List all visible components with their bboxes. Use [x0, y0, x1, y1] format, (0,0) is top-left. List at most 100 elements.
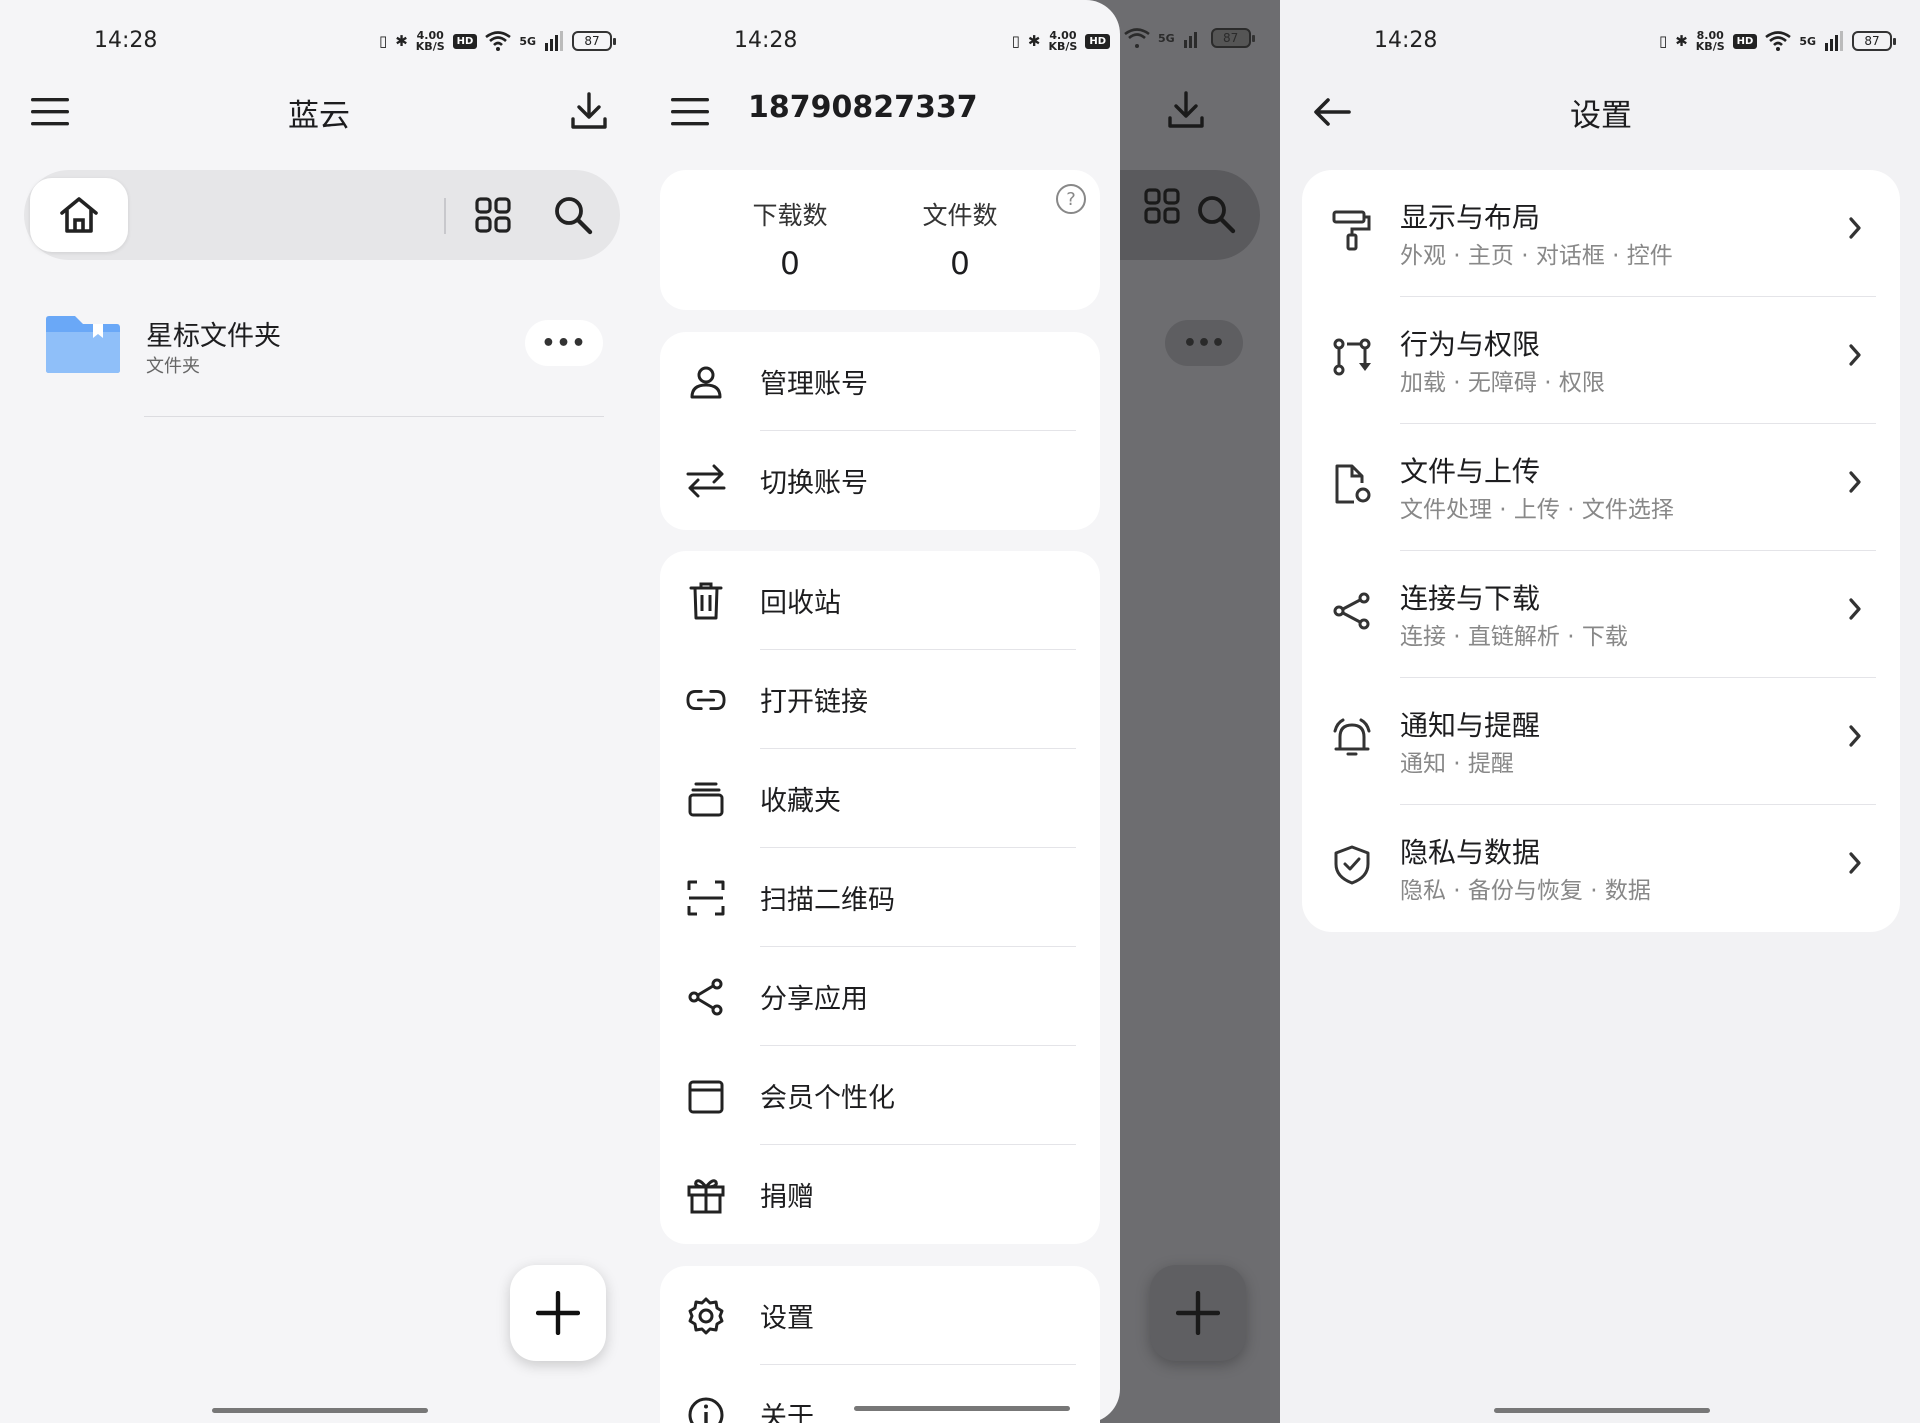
menu-label: 回收站 — [760, 588, 841, 619]
stat-value: 0 — [950, 246, 970, 282]
settings-item-title: 连接与下载 — [1400, 582, 1541, 615]
divider — [444, 198, 446, 234]
main-menu-card: 回收站 打开链接 收藏夹 扫描二维码 分享应用 会员个性化 捐赠 — [660, 551, 1100, 1244]
hd-badge: HD — [1085, 33, 1110, 49]
account-menu-card: 管理账号 切换账号 — [660, 332, 1100, 530]
search-icon[interactable] — [552, 194, 594, 236]
add-fab-button[interactable] — [510, 1265, 606, 1361]
settings-item-behavior[interactable]: 行为与权限 加载 · 无障碍 · 权限 — [1302, 297, 1900, 424]
help-icon[interactable]: ? — [1056, 184, 1086, 214]
shield-check-icon — [1330, 843, 1374, 887]
wifi-icon — [1765, 31, 1792, 51]
more-button: ••• — [1165, 320, 1243, 366]
bell-ring-icon — [1330, 716, 1374, 760]
settings-item-subtitle: 通知 · 提醒 — [1400, 751, 1514, 777]
menu-item-manage-account[interactable]: 管理账号 — [660, 332, 1100, 431]
folder-type: 文件夹 — [146, 356, 200, 377]
route-icon — [1330, 335, 1374, 379]
settings-item-title: 文件与上传 — [1400, 455, 1541, 488]
settings-item-title: 隐私与数据 — [1400, 836, 1541, 869]
net-speed: 4.00 KB/S — [415, 29, 445, 53]
settings-list: 显示与布局 外观 · 主页 · 对话框 · 控件 行为与权限 加载 · 无障碍 … — [1302, 170, 1900, 932]
hd-badge: HD — [452, 33, 478, 49]
menu-item-donate[interactable]: 捐赠 — [660, 1145, 1100, 1244]
scan-icon — [686, 878, 726, 918]
menu-icon[interactable] — [28, 94, 72, 130]
settings-item-notifications[interactable]: 通知与提醒 通知 · 提醒 — [1302, 678, 1900, 805]
menu-item-settings[interactable]: 设置 — [660, 1266, 1100, 1365]
menu-item-membership[interactable]: 会员个性化 — [660, 1046, 1100, 1145]
collection-icon — [686, 779, 726, 819]
settings-item-subtitle: 外观 · 主页 · 对话框 · 控件 — [1400, 243, 1673, 269]
stats-card: 下载数 0 文件数 0 ? — [660, 170, 1100, 310]
home-indicator[interactable] — [854, 1406, 1070, 1411]
share-icon — [686, 977, 726, 1017]
wifi-icon — [485, 31, 512, 51]
bluetooth-icon: ✱ — [395, 32, 408, 50]
page-title: 设置 — [1570, 98, 1632, 134]
menu-item-open-link[interactable]: 打开链接 — [660, 650, 1100, 749]
net-speed: 8.00 KB/S — [1695, 29, 1725, 53]
chevron-right-icon — [1848, 216, 1862, 240]
settings-item-title: 显示与布局 — [1400, 201, 1541, 234]
chevron-right-icon — [1848, 597, 1862, 621]
settings-item-title: 通知与提醒 — [1400, 709, 1541, 742]
settings-item-privacy[interactable]: 隐私与数据 隐私 · 备份与恢复 · 数据 — [1302, 805, 1900, 932]
wifi-icon — [1124, 28, 1150, 48]
gear-icon — [686, 1296, 726, 1336]
network-type: 5G — [1799, 34, 1816, 48]
chevron-right-icon — [1848, 724, 1862, 748]
chevron-right-icon — [1848, 343, 1862, 367]
menu-label: 关于 — [760, 1402, 814, 1423]
search-bar[interactable] — [24, 170, 620, 260]
divider — [144, 416, 604, 417]
settings-menu-card: 设置 关于 — [660, 1266, 1100, 1423]
settings-item-files[interactable]: 文件与上传 文件处理 · 上传 · 文件选择 — [1302, 424, 1900, 551]
menu-icon[interactable] — [668, 94, 712, 130]
menu-label: 设置 — [760, 1303, 814, 1334]
menu-item-about[interactable]: 关于 — [660, 1365, 1100, 1423]
grid-view-icon[interactable] — [472, 194, 514, 236]
app-bar: 设置 — [1280, 80, 1920, 144]
drawer-header: 18790827337 — [640, 80, 1120, 144]
settings-item-display[interactable]: 显示与布局 外观 · 主页 · 对话框 · 控件 — [1302, 170, 1900, 297]
list-item[interactable]: 星标文件夹 文件夹 ••• — [40, 300, 610, 420]
menu-item-favorites[interactable]: 收藏夹 — [660, 749, 1100, 848]
navigation-drawer: 14:28 ▯ ✱ 4.00 KB/S HD 18790827337 下载数 0… — [640, 0, 1120, 1423]
menu-item-switch-account[interactable]: 切换账号 — [660, 431, 1100, 530]
menu-item-share-app[interactable]: 分享应用 — [660, 947, 1100, 1046]
home-indicator[interactable] — [212, 1408, 428, 1413]
bluetooth-icon: ✱ — [1675, 32, 1688, 50]
vibrate-icon: ▯ — [1011, 32, 1020, 50]
plus-icon — [536, 1291, 580, 1335]
menu-item-scan-qr[interactable]: 扫描二维码 — [660, 848, 1100, 947]
settings-item-title: 行为与权限 — [1400, 328, 1541, 361]
status-bar: 14:28 ▯ ✱ 4.00 KB/S HD — [640, 0, 1120, 80]
menu-label: 会员个性化 — [760, 1083, 895, 1114]
status-time: 14:28 — [94, 28, 158, 53]
settings-screen: 14:28 ▯ ✱ 8.00 KB/S HD 5G 87 设置 显示与布局 外观… — [1280, 0, 1920, 1423]
back-arrow-icon[interactable] — [1310, 92, 1354, 132]
signal-icon — [1183, 28, 1203, 48]
battery-icon: 87 — [572, 31, 616, 51]
network-type: 5G — [1158, 31, 1175, 45]
info-icon — [686, 1395, 726, 1423]
menu-label: 切换账号 — [760, 468, 868, 499]
bluetooth-icon: ✱ — [1027, 32, 1041, 50]
menu-item-trash[interactable]: 回收站 — [660, 551, 1100, 650]
menu-label: 捐赠 — [760, 1182, 814, 1213]
menu-label: 收藏夹 — [760, 786, 841, 817]
link-icon — [686, 680, 726, 720]
more-button[interactable]: ••• — [525, 320, 603, 366]
home-indicator[interactable] — [1494, 1408, 1710, 1413]
settings-item-connection[interactable]: 连接与下载 连接 · 直链解析 · 下载 — [1302, 551, 1900, 678]
settings-item-subtitle: 连接 · 直链解析 · 下载 — [1400, 624, 1628, 650]
settings-item-subtitle: 隐私 · 备份与恢复 · 数据 — [1400, 878, 1651, 904]
vibrate-icon: ▯ — [1658, 32, 1668, 50]
add-fab-button — [1150, 1265, 1246, 1361]
menu-label: 扫描二维码 — [760, 885, 895, 916]
menu-label: 打开链接 — [760, 687, 868, 718]
home-screen: 14:28 ▯ ✱ 4.00 KB/S HD 5G 87 蓝云 星标文件夹 文件… — [0, 0, 640, 1423]
download-icon[interactable] — [566, 88, 612, 134]
home-button[interactable] — [30, 178, 128, 252]
